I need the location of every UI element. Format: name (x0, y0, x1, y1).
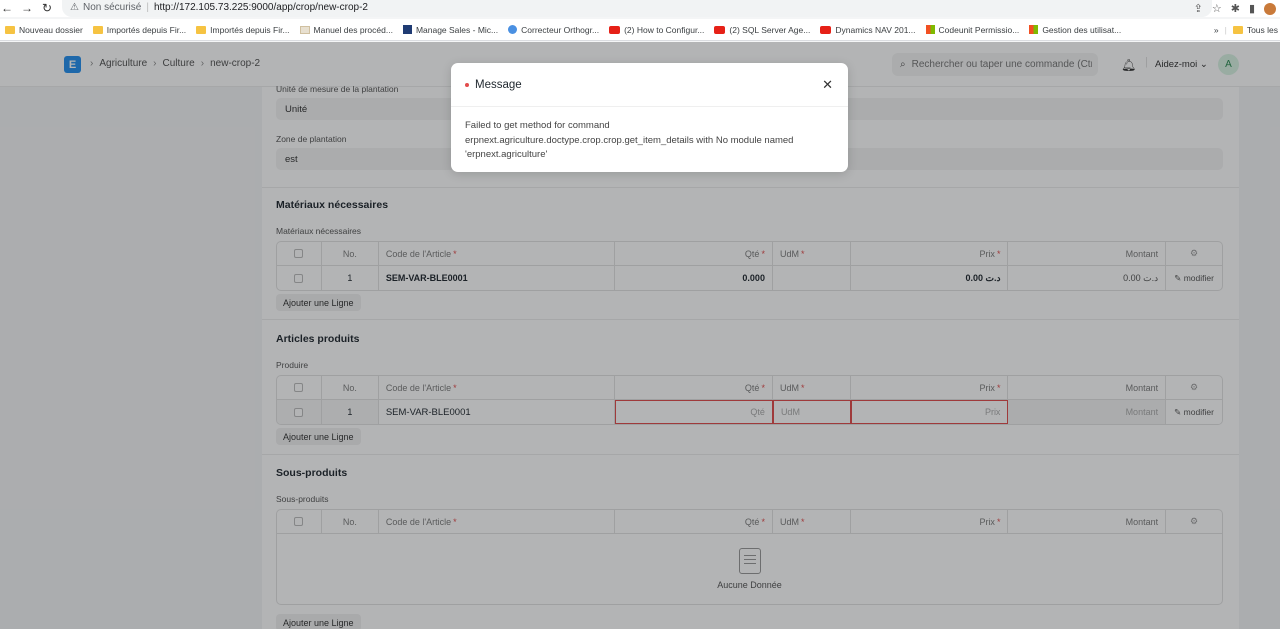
bookmarks-bar: Nouveau dossier Importés depuis Fir... I… (0, 19, 1280, 41)
bookmark-item[interactable]: Dynamics NAV 201... (815, 25, 920, 35)
globe-icon (508, 25, 518, 34)
youtube-icon (820, 25, 832, 34)
bookmark-item[interactable]: Importés depuis Fir... (88, 25, 191, 35)
browser-actions: ⇪ ☆ ✱ ▮ (1194, 0, 1280, 17)
bookmarks-divider: | (1224, 25, 1227, 35)
star-icon[interactable]: ☆ (1212, 2, 1222, 15)
bookmark-item[interactable]: Codeunit Permissio... (921, 25, 1025, 35)
folder-icon (1232, 26, 1243, 34)
folder-icon (5, 25, 15, 34)
extensions-icon[interactable]: ✱ (1231, 2, 1240, 15)
address-bar[interactable]: ⚠ Non sécurisé | http://172.105.73.225:9… (62, 0, 1212, 17)
all-bookmarks[interactable]: Tous les (1232, 25, 1278, 35)
sidepanel-icon[interactable]: ▮ (1249, 2, 1255, 15)
dialog-message: Failed to get method for command erpnext… (465, 120, 794, 160)
bookmarks-overflow[interactable]: » (1214, 25, 1219, 35)
browser-toolbar: ← → ↻ ⚠ Non sécurisé | http://172.105.73… (0, 0, 1280, 17)
microsoft-icon (1029, 25, 1039, 34)
dialog-header: Message (451, 63, 848, 107)
youtube-icon (609, 25, 621, 34)
youtube-icon (714, 25, 726, 34)
indicator-dot (465, 82, 469, 87)
bookmark-item[interactable]: Nouveau dossier (0, 25, 88, 35)
bookmark-item[interactable]: Gestion des utilisat... (1024, 25, 1126, 35)
url-text: http://172.105.73.225:9000/app/crop/new-… (153, 2, 368, 13)
warning-icon: ⚠ (70, 2, 79, 13)
folder-icon (196, 25, 207, 34)
microsoft-icon (925, 25, 935, 34)
bookmark-item[interactable]: (2) SQL Server Age... (709, 25, 815, 35)
folder-icon (92, 25, 103, 34)
share-icon[interactable]: ⇪ (1194, 2, 1203, 15)
bookmark-item[interactable]: Manuel des procéd... (295, 25, 398, 35)
url-separator: | (146, 2, 149, 13)
doc-icon (299, 25, 310, 34)
back-icon[interactable]: ← (0, 1, 14, 15)
message-dialog: Message ✕ Failed to get method for comma… (451, 63, 848, 172)
reload-icon[interactable]: ↻ (40, 1, 54, 15)
profile-avatar[interactable] (1264, 2, 1276, 15)
dialog-title: Message (475, 78, 522, 91)
bookmark-item[interactable]: Correcteur Orthogr... (503, 25, 604, 35)
bookmark-item[interactable]: (2) How to Configur... (604, 25, 709, 35)
security-label: Non sécurisé (82, 2, 142, 13)
bookmarks-right: » | Tous les (1214, 19, 1280, 41)
chart-icon (402, 25, 412, 34)
forward-icon[interactable]: → (20, 1, 34, 15)
bookmark-item[interactable]: Importés depuis Fir... (191, 25, 294, 35)
close-icon[interactable]: ✕ (822, 77, 833, 93)
bookmark-item[interactable]: Manage Sales - Mic... (398, 25, 503, 35)
